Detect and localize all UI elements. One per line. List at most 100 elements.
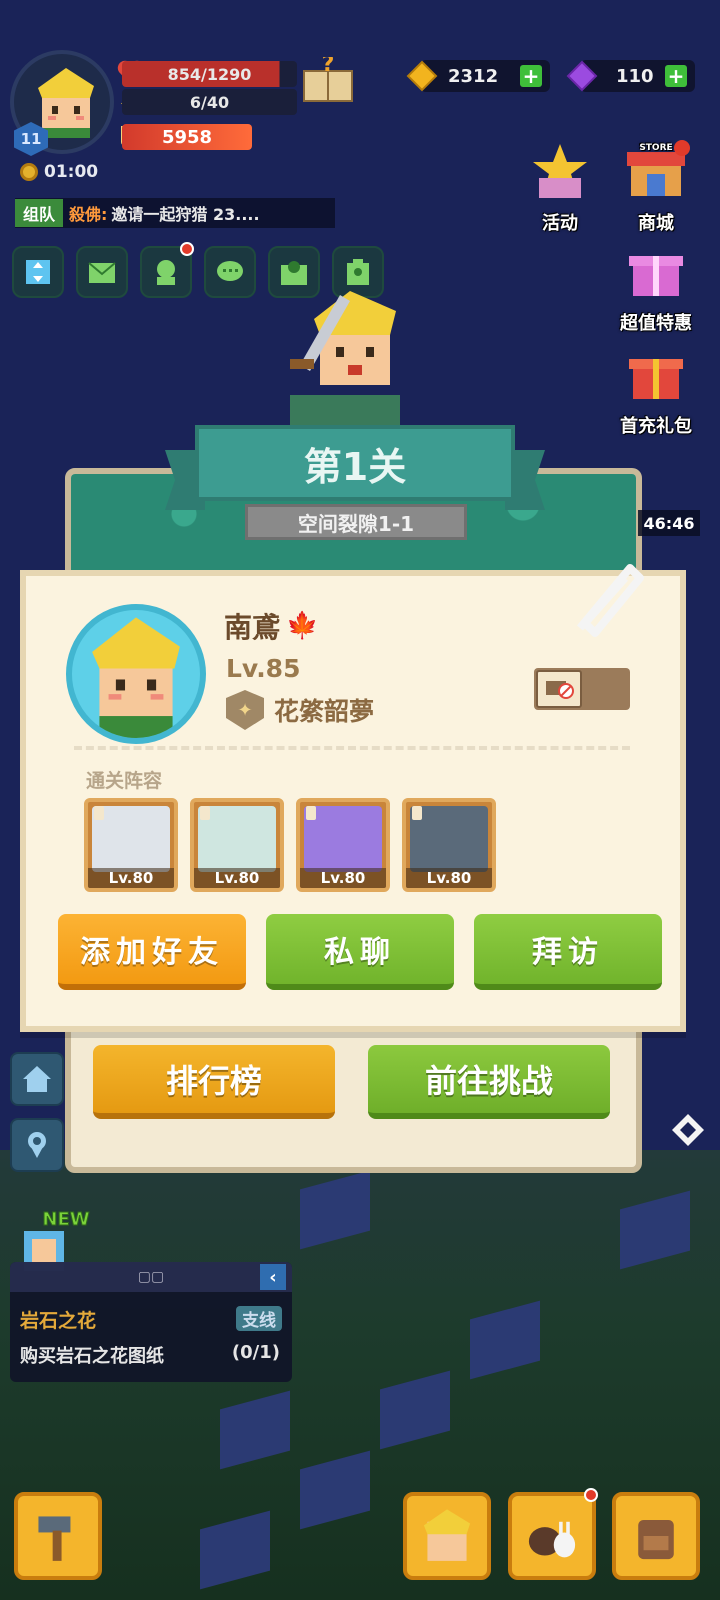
fullscreen-button[interactable] — [12, 246, 64, 298]
purple-gem-icon — [566, 60, 598, 92]
quest-tracker[interactable]: ▢▢ ‹ 岩石之花 支线 购买岩石之花图纸 (0/1) — [10, 1262, 292, 1382]
location-button[interactable] — [10, 1118, 64, 1172]
home-button[interactable] — [10, 1052, 64, 1106]
friends-button[interactable] — [140, 242, 194, 298]
timer-value: 01:00 — [44, 162, 99, 182]
home-icon — [23, 1066, 51, 1092]
chat-button[interactable] — [204, 246, 256, 298]
pin-icon — [306, 806, 316, 820]
first-charge-button[interactable]: 首充礼包 — [608, 343, 704, 438]
pin-icon — [412, 806, 422, 820]
first-charge-label: 首充礼包 — [620, 416, 692, 437]
notification-dot — [674, 140, 690, 156]
guild-info: ✦ 花綮韶夢 — [226, 690, 374, 730]
visit-button[interactable]: 拜访 — [474, 914, 662, 990]
lineup-title: 通关阵容 — [86, 770, 163, 792]
shop-label: 商城 — [638, 213, 674, 234]
value-deal-label: 超值特惠 — [620, 313, 692, 334]
notification-dot — [584, 1488, 598, 1502]
guild-name: 花綮韶夢 — [274, 697, 375, 726]
quest-progress: (0/1) — [231, 1342, 280, 1363]
add-gold-button[interactable]: + — [520, 65, 542, 87]
mail-button[interactable] — [76, 246, 128, 298]
gold-diamond-icon — [406, 60, 438, 92]
pet-card-elephant[interactable]: Lv.80 — [296, 798, 390, 892]
gold-amount: 2312 — [448, 65, 499, 87]
hero-character — [290, 291, 400, 425]
collapse-quest-button[interactable]: ‹ — [260, 1264, 286, 1290]
quest-type-tag: 支线 — [236, 1306, 282, 1331]
activity-label: 活动 — [542, 213, 578, 234]
activity-button[interactable]: 活动 — [512, 140, 608, 235]
team-chat-bar[interactable]: 组队 殺佛: 邀请一起狩猎 23.... — [15, 198, 335, 228]
backpack-icon — [638, 1520, 674, 1560]
red-gift-icon — [629, 359, 683, 399]
chat-sender: 殺佛: — [69, 205, 108, 224]
hp-bar: 854/1290 — [122, 61, 297, 87]
block-chat-toggle[interactable] — [534, 668, 630, 710]
paperclip-icon — [576, 564, 644, 637]
profile-avatar — [66, 604, 206, 744]
expand-right-icon[interactable] — [668, 1110, 708, 1150]
pin-icon — [200, 806, 210, 820]
gold-currency: 2312 + — [406, 60, 550, 92]
shop-button[interactable]: STORE 商城 — [608, 140, 704, 235]
clock-icon — [20, 163, 38, 181]
pet-level: Lv.80 — [406, 868, 492, 888]
pink-gift-icon — [629, 256, 683, 296]
notification-dot — [180, 242, 194, 256]
combat-power: 5958 — [122, 124, 252, 150]
pin-icon — [94, 806, 104, 820]
server-timer: 01:00 — [20, 162, 98, 182]
energy-bar: 6/40 — [122, 89, 297, 115]
go-challenge-button[interactable]: 前往挑战 — [368, 1045, 610, 1119]
pet-card-dumpling[interactable]: Lv.80 — [190, 798, 284, 892]
guild-emblem-icon: ✦ — [226, 690, 264, 730]
expand-icon — [26, 260, 50, 284]
pets-icon — [528, 1521, 576, 1558]
svg-text:?: ? — [322, 57, 335, 77]
player-name: 南鳶 🍁 — [224, 606, 318, 646]
add-friend-button[interactable]: 添加好友 — [58, 914, 246, 990]
chat-message: 邀请一起狩猎 23.... — [111, 205, 260, 224]
gem-currency: 110 + — [566, 60, 695, 92]
pet-level: Lv.80 — [300, 868, 386, 888]
player-level: Lv.85 — [226, 654, 301, 683]
pet-card-wolf[interactable]: Lv.80 — [84, 798, 178, 892]
private-chat-button[interactable]: 私聊 — [266, 914, 454, 990]
gem-amount: 110 — [616, 65, 654, 87]
build-button[interactable] — [14, 1492, 102, 1580]
pet-level: Lv.80 — [194, 868, 280, 888]
add-gems-button[interactable]: + — [665, 65, 687, 87]
location-pin-icon — [28, 1132, 46, 1158]
value-deal-button[interactable]: 超值特惠 — [608, 240, 704, 335]
level-title: 第1关 — [195, 425, 515, 501]
divider — [74, 746, 630, 750]
pet-level: Lv.80 — [88, 868, 174, 888]
chat-bubble-icon — [217, 261, 243, 281]
pet-lineup: Lv.80 Lv.80 Lv.80 Lv.80 — [84, 798, 496, 892]
star-gift-icon — [533, 144, 587, 198]
pet-card-panda[interactable]: Lv.80 — [402, 798, 496, 892]
quest-header: ▢▢ — [10, 1262, 292, 1292]
store-sign: STORE — [639, 143, 672, 153]
new-label: NEW — [42, 1209, 89, 1230]
quest-description: 购买岩石之花图纸 — [20, 1346, 164, 1367]
map-pin-icon — [281, 261, 307, 285]
backpack-button[interactable] — [612, 1492, 700, 1580]
mail-icon — [88, 262, 116, 283]
leaderboard-button[interactable]: 排行榜 — [93, 1045, 335, 1119]
id-card-icon — [347, 259, 369, 285]
quest-title: 岩石之花 — [20, 1310, 97, 1332]
level-subtitle: 空间裂隙1-1 — [245, 504, 467, 540]
hammer-icon — [38, 1516, 71, 1561]
profile-face-icon — [92, 617, 180, 738]
pets-button[interactable] — [508, 1488, 598, 1580]
event-timer: 46:46 — [638, 510, 700, 536]
no-chat-icon — [536, 670, 582, 708]
friends-icon — [157, 260, 175, 285]
player-name-text: 南鳶 — [224, 611, 281, 644]
hero-button[interactable] — [403, 1492, 491, 1580]
quest-book-icon[interactable]: ? — [300, 57, 356, 105]
player-face-icon — [38, 68, 94, 138]
